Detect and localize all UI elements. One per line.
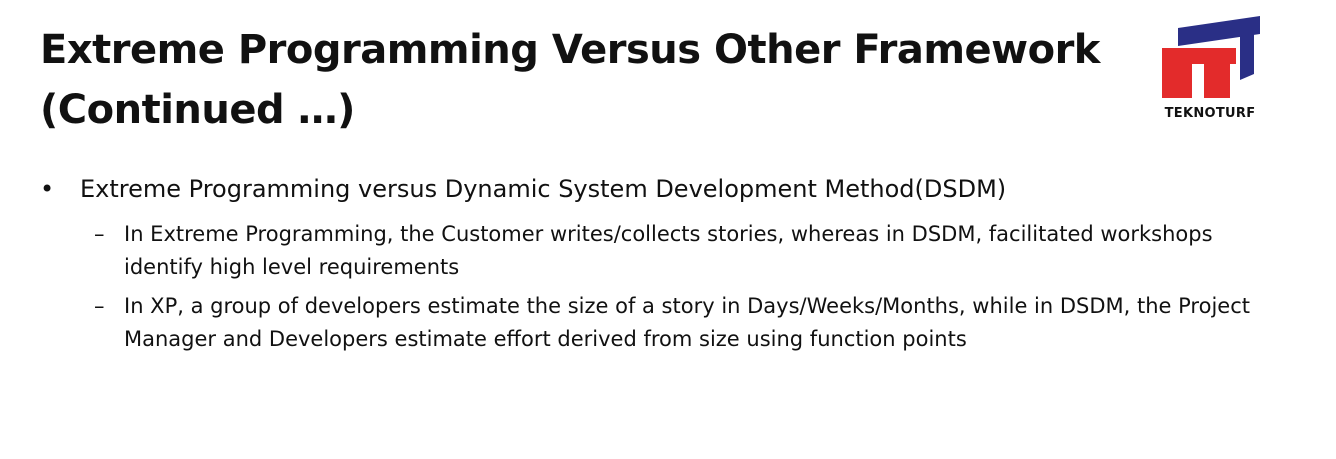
bullet-marker: • xyxy=(40,175,55,203)
teknoturf-logo-mark xyxy=(1162,16,1260,98)
logo-navy-stem xyxy=(1240,34,1254,80)
sub-bullet-item: – In Extreme Programming, the Customer w… xyxy=(94,218,1264,284)
slide-title-line-1: Extreme Programming Versus Other Framewo… xyxy=(40,27,1100,73)
sub-bullet-list: – In Extreme Programming, the Customer w… xyxy=(40,218,1300,356)
logo-red-bar xyxy=(1162,48,1236,64)
bullet-item: • Extreme Programming versus Dynamic Sys… xyxy=(40,172,1300,206)
bullet-text: Extreme Programming versus Dynamic Syste… xyxy=(80,175,1007,203)
sub-bullet-marker: – xyxy=(94,222,105,246)
sub-bullet-text: In XP, a group of developers estimate th… xyxy=(124,294,1250,351)
slide-content: • Extreme Programming versus Dynamic Sys… xyxy=(40,172,1300,362)
sub-bullet-text: In Extreme Programming, the Customer wri… xyxy=(124,222,1213,279)
slide-title: Extreme Programming Versus Other Framewo… xyxy=(40,20,1120,140)
slide-title-line-2: (Continued …) xyxy=(40,87,355,133)
logo-text: TEKNOTURF xyxy=(1164,106,1256,121)
sub-bullet-marker: – xyxy=(94,294,105,318)
logo-red-right-block xyxy=(1204,64,1230,98)
teknoturf-logo: TEKNOTURF xyxy=(1158,14,1262,124)
logo-red-left-block xyxy=(1162,64,1192,98)
sub-bullet-item: – In XP, a group of developers estimate … xyxy=(94,290,1264,356)
